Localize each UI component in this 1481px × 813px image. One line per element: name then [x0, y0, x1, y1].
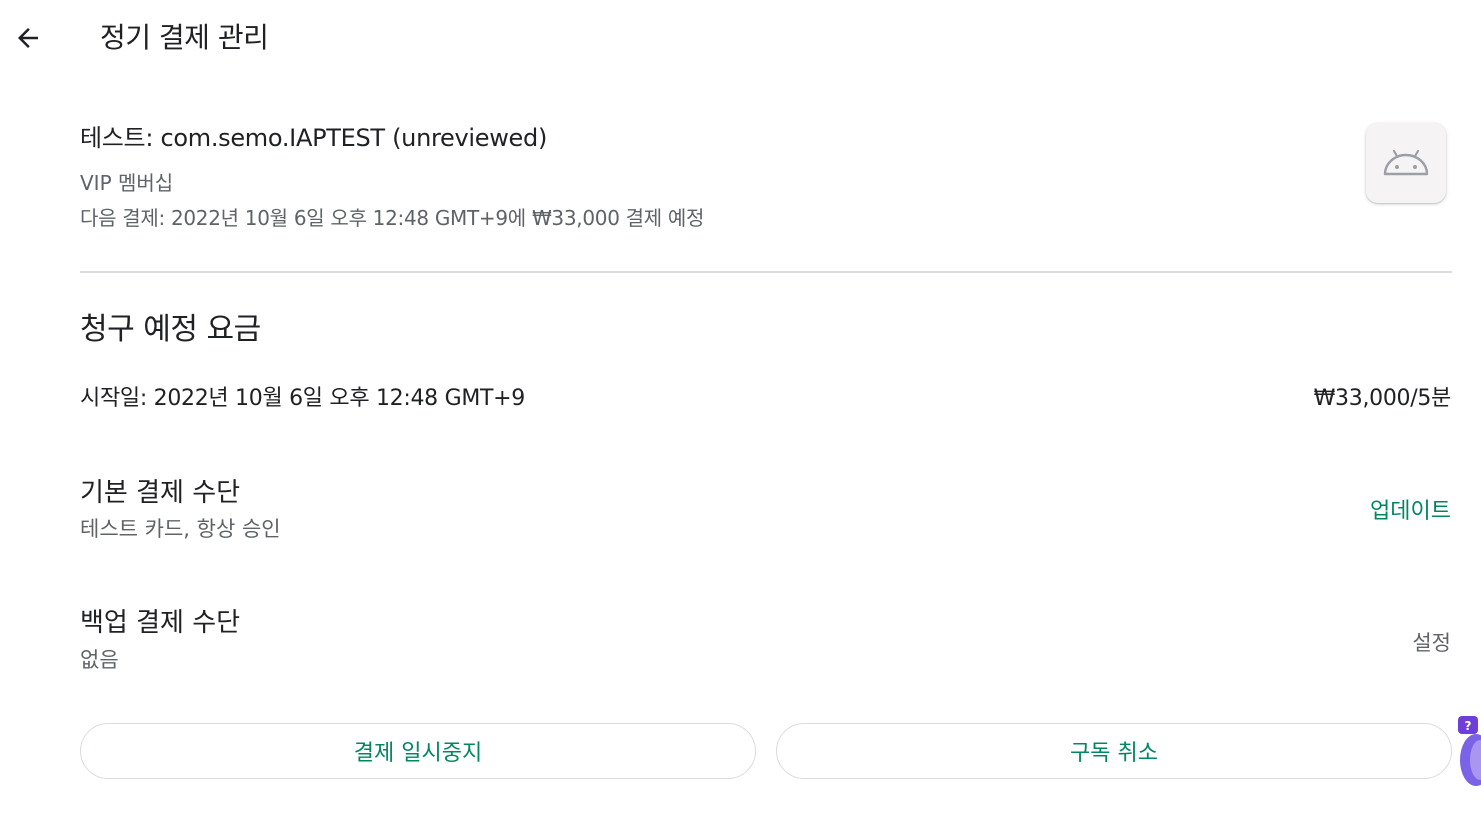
manage-subscription-page: 정기 결제 관리 테스트: com.semo.IAPTEST (unreview…: [0, 0, 1481, 813]
primary-payment-title: 기본 결제 수단: [80, 478, 241, 508]
floating-assistant-button[interactable]: ?: [1458, 716, 1481, 788]
page-title: 정기 결제 관리: [100, 21, 269, 54]
backup-payment-title: 백업 결제 수단: [80, 608, 241, 638]
subscription-name: 테스트: com.semo.IAPTEST (unreviewed): [80, 124, 548, 152]
android-icon: [1383, 149, 1429, 176]
next-payment-info: 다음 결제: 2022년 10월 6일 오후 12:48 GMT+9에 ₩33,…: [80, 206, 705, 230]
subscription-plan: VIP 멤버십: [80, 171, 174, 195]
price: ₩33,000/5분: [1313, 386, 1452, 411]
pause-payment-button[interactable]: 결제 일시중지: [80, 723, 756, 779]
svg-text:?: ?: [1465, 719, 1472, 733]
start-date: 시작일: 2022년 10월 6일 오후 12:48 GMT+9: [80, 386, 525, 411]
app-icon: [1366, 123, 1446, 203]
backup-payment-value: 없음: [80, 648, 119, 672]
arrow-left-icon: [18, 28, 38, 48]
back-button[interactable]: [10, 20, 46, 56]
setup-backup-button[interactable]: 설정: [1412, 628, 1451, 658]
billing-section-title: 청구 예정 요금: [80, 312, 261, 347]
primary-payment-value: 테스트 카드, 항상 승인: [80, 517, 281, 541]
update-payment-button[interactable]: 업데이트: [1370, 496, 1451, 528]
cancel-subscription-button[interactable]: 구독 취소: [776, 723, 1452, 779]
divider: [80, 271, 1452, 273]
assistant-icon: ?: [1458, 716, 1481, 786]
